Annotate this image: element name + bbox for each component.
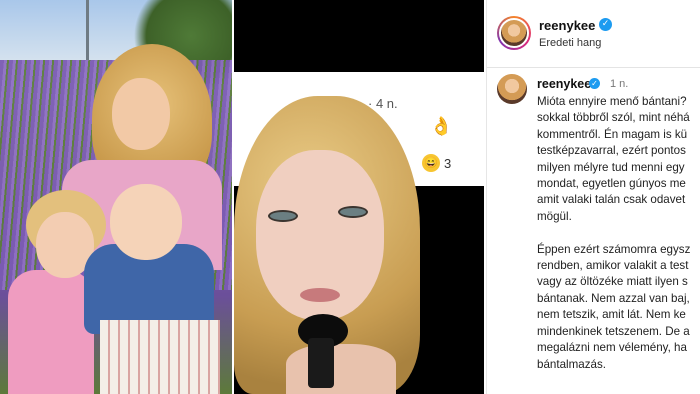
caption-line: kommentről. Én magam is kü (537, 127, 688, 141)
caption-line: sokkal többről szól, mint néhá (537, 111, 690, 125)
caption-line: nem tetszik, amit lát. Nem ke (537, 308, 686, 322)
post-header: reenykee ✓ Eredeti hang (487, 0, 700, 68)
caption-line: mögül. (537, 209, 572, 223)
audio-label[interactable]: Eredeti hang (539, 37, 601, 49)
caption-line: amit valaki talán csak odavet (537, 193, 686, 207)
header-username[interactable]: reenykee (539, 18, 595, 33)
video-top-bar (234, 0, 484, 72)
photo-girl-dress (8, 270, 94, 394)
caption-line (537, 225, 700, 241)
profile-avatar-ring[interactable] (497, 16, 531, 50)
caption-line: vagy az öltözéke miatt ilyen s (537, 275, 688, 289)
reaction-emoji-icon: 😄 (422, 154, 440, 172)
reaction-count: 3 (444, 156, 452, 171)
photo-boy-face (110, 184, 182, 260)
video-woman-right-eye (338, 206, 368, 218)
video-woman-left-eye (268, 210, 298, 222)
family-photo (0, 0, 232, 394)
caption-verified-badge-icon: ✓ (589, 78, 600, 89)
caption-line: megalázni nem vélemény, ha (537, 341, 687, 355)
instagram-post-panel: reenykee ✓ Eredeti hang reenykee ✓ 1 n. … (486, 0, 700, 394)
ok-hand-emoji: 👌 (430, 116, 453, 136)
collage: ny · 4 n. zd be. 👌 😄 3 reenykee ✓ Eredet… (0, 0, 700, 394)
caption-line: mindenkinek tetszenem. De a (537, 324, 690, 338)
photo-woman-face (112, 78, 170, 150)
caption-line: bántalmazás. (537, 357, 606, 371)
profile-avatar[interactable] (499, 18, 529, 48)
post-caption: Mióta ennyire menő bántani? sokkal többrő… (537, 94, 700, 373)
caption-line: Éppen ezért számomra egysz (537, 242, 691, 256)
caption-avatar[interactable] (497, 74, 527, 104)
makeup-brush-handle (308, 338, 334, 388)
caption-username[interactable]: reenykee (537, 77, 591, 91)
caption-time: 1 n. (610, 78, 629, 90)
caption-line: testképzavarral, ezért pontos (537, 144, 686, 158)
verified-badge-icon: ✓ (599, 18, 612, 31)
caption-line: rendben, amikor valakit a test (537, 259, 689, 273)
caption-line: Mióta ennyire menő bántani? (537, 95, 687, 108)
photo-boy-pants (100, 320, 220, 394)
caption-line: bántanak. Nem azzal van baj, (537, 291, 690, 305)
photo-pole (86, 0, 89, 60)
video-woman-lips (300, 288, 340, 302)
caption-line: milyen mélyre tud menni egy (537, 160, 685, 174)
video-player[interactable]: ny · 4 n. zd be. 👌 😄 3 (234, 0, 484, 394)
caption-line: mondat, egyetlen gúnyos me (537, 177, 686, 191)
video-woman-hand (286, 344, 396, 394)
